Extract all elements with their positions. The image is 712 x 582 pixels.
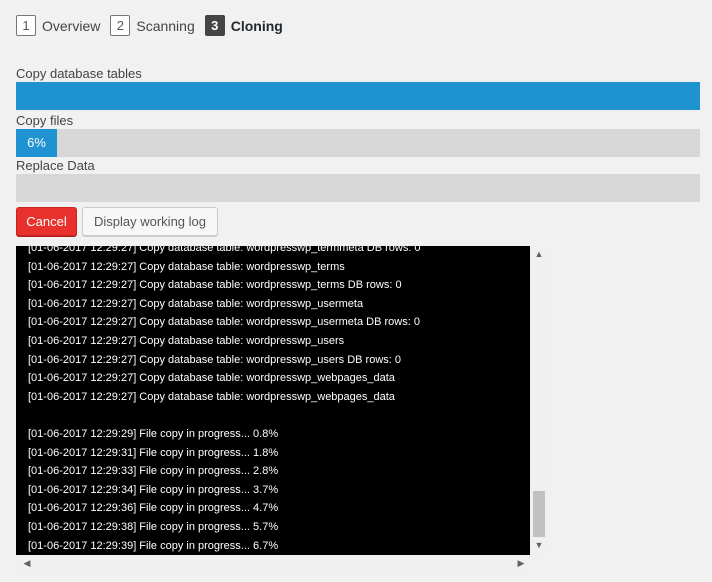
horizontal-scrollbar[interactable]: ◀ ▶ [16,555,530,572]
db-tables-progress-fill [16,82,700,110]
replace-data-label: Replace Data [16,158,95,173]
files-label: Copy files [16,113,74,128]
log-line: [01-06-2017 12:29:27] Copy database tabl… [28,353,401,366]
step-scanning: 2 Scanning [110,15,195,36]
log-line: [01-06-2017 12:29:27] Copy database tabl… [28,372,395,385]
scroll-right-icon[interactable]: ▶ [512,558,530,569]
log-line: [01-06-2017 12:29:27] Copy database tabl… [28,316,420,329]
log-line: [01-06-2017 12:29:38] File copy in progr… [28,520,279,533]
log-line: [01-06-2017 12:29:34] File copy in progr… [28,483,279,496]
db-tables-progress-bar [16,82,700,110]
step-label: Cloning [230,17,283,34]
cancel-button[interactable]: Cancel [16,207,77,236]
log-line: [01-06-2017 12:29:39] File copy in progr… [28,539,279,552]
files-progress-bar: 6% [16,129,700,157]
scrollbar-thumb[interactable] [533,491,545,537]
files-progress-fill: 6% [16,129,58,157]
step-cloning: 3 Cloning [204,15,283,36]
working-log-panel: [01-06-2017 12:29:27] Copy database tabl… [16,246,548,572]
step-number: 1 [16,15,36,36]
db-tables-label: Copy database tables [16,66,142,81]
step-navigation: 1 Overview 2 Scanning 3 Cloning [16,15,293,36]
log-line: [01-06-2017 12:29:33] File copy in progr… [28,465,279,478]
scroll-left-icon[interactable]: ◀ [18,558,36,569]
display-log-button[interactable]: Display working log [82,207,218,236]
log-line: [01-06-2017 12:29:36] File copy in progr… [28,502,279,515]
step-number: 2 [110,15,131,36]
log-line: [01-06-2017 12:29:27] Copy database tabl… [28,246,421,254]
log-lines: [01-06-2017 12:29:27] Copy database tabl… [28,246,421,555]
log-line: [01-06-2017 12:29:31] File copy in progr… [28,446,279,459]
step-label: Overview [42,17,101,34]
step-label: Scanning [136,17,195,34]
log-line: [01-06-2017 12:29:29] File copy in progr… [28,427,279,440]
scroll-down-icon[interactable]: ▼ [530,540,548,550]
log-line: [01-06-2017 12:29:27] Copy database tabl… [28,279,402,292]
log-line: [01-06-2017 12:29:27] Copy database tabl… [28,297,364,310]
log-line: [01-06-2017 12:29:27] Copy database tabl… [28,334,345,347]
vertical-scrollbar[interactable]: ▲ ▼ [530,246,548,555]
scroll-up-icon[interactable]: ▲ [530,249,548,259]
step-number: 3 [204,15,225,36]
working-log[interactable]: [01-06-2017 12:29:27] Copy database tabl… [16,246,530,555]
log-line: [01-06-2017 12:29:27] Copy database tabl… [28,390,395,403]
step-overview: 1 Overview [16,15,100,36]
log-line: [01-06-2017 12:29:27] Copy database tabl… [28,260,345,273]
replace-data-progress-bar [16,174,700,202]
